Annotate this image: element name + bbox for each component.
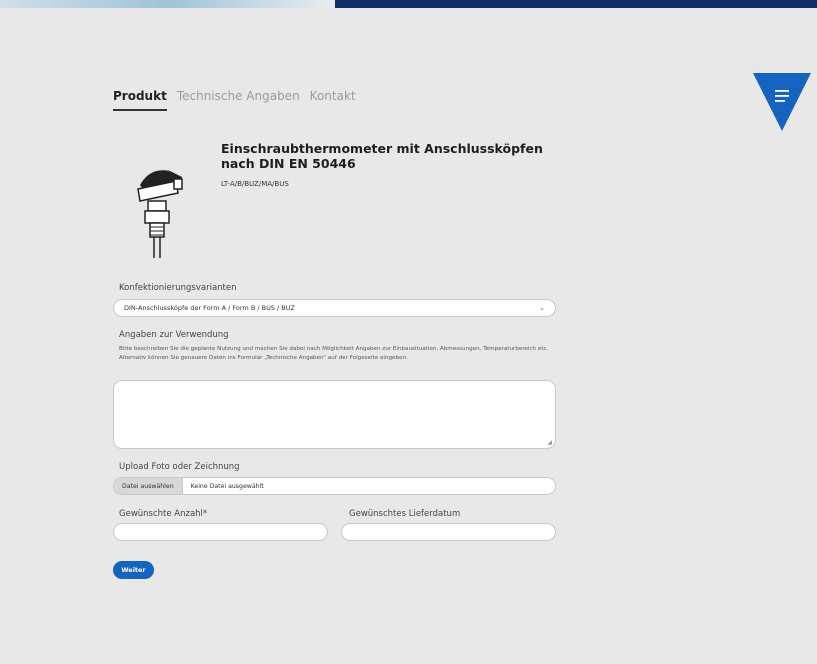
quantity-input[interactable] — [113, 523, 328, 541]
menu-icon[interactable] — [753, 73, 811, 131]
product-image — [137, 170, 183, 258]
upload-status: Keine Datei ausgewählt — [190, 482, 264, 490]
header-navy-bar — [335, 0, 817, 8]
tab-technische-angaben[interactable]: Technische Angaben — [177, 89, 300, 111]
usage-textarea[interactable]: ◢ — [113, 380, 556, 449]
chevron-down-icon: ⌄ — [539, 304, 545, 312]
upload-label: Upload Foto oder Zeichnung — [119, 462, 240, 472]
tab-bar: Produkt Technische Angaben Kontakt — [113, 89, 356, 111]
quantity-label: Gewünschte Anzahl* — [119, 509, 208, 519]
config-label: Konfektionierungsvarianten — [119, 283, 237, 293]
tab-kontakt[interactable]: Kontakt — [310, 89, 356, 111]
usage-label: Angaben zur Verwendung — [119, 330, 229, 340]
upload-field[interactable]: Datei auswählen Keine Datei ausgewählt — [113, 477, 556, 495]
config-select[interactable]: DIN-Anschlussköpfe der Form A / Form B /… — [113, 299, 556, 317]
upload-button[interactable]: Datei auswählen — [114, 478, 183, 494]
product-title: Einschraubthermometer mit Anschlussköpfe… — [221, 141, 543, 171]
config-select-value: DIN-Anschlussköpfe der Form A / Form B /… — [124, 304, 295, 312]
delivery-date-input[interactable] — [341, 523, 556, 541]
usage-help-line-1: Bitte beschreiben Sie die geplante Nutzu… — [119, 346, 549, 352]
usage-help-line-2: Alternativ können Sie genauere Daten ins… — [119, 355, 408, 361]
next-button[interactable]: Weiter — [113, 561, 154, 579]
resize-handle-icon[interactable]: ◢ — [547, 439, 552, 446]
header-image-strip — [0, 0, 335, 8]
delivery-date-label: Gewünschtes Lieferdatum — [349, 509, 461, 519]
usage-help-text: Bitte beschreiben Sie die geplante Nutzu… — [113, 345, 558, 363]
tab-produkt[interactable]: Produkt — [113, 89, 167, 111]
product-code: LT-A/B/BUZ/MA/BUS — [221, 180, 289, 188]
